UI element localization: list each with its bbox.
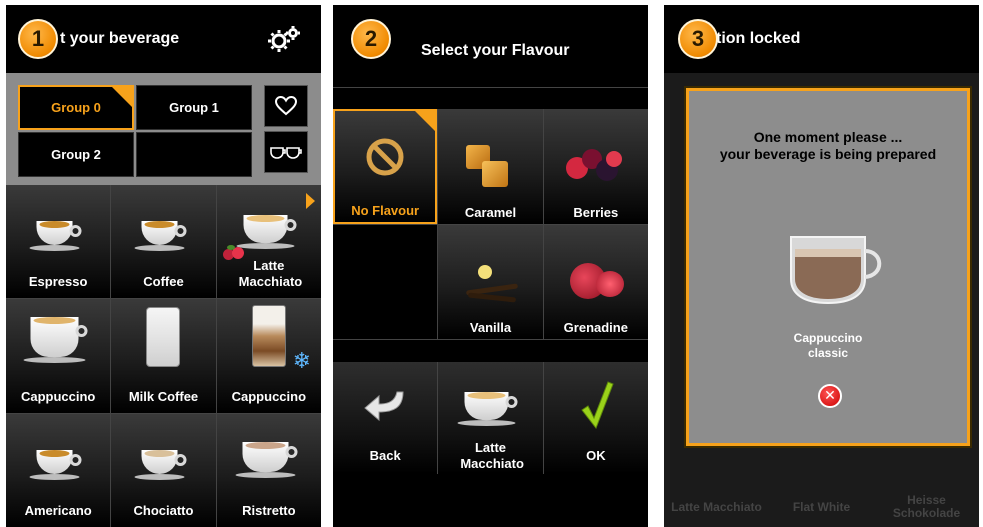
flavour-grid: No Flavour Caramel Berries Vanilla Grena… xyxy=(333,109,648,339)
flavour-no-flavour[interactable]: No Flavour xyxy=(333,109,438,224)
cappuccino-cup-icon xyxy=(23,317,88,364)
back-button[interactable]: Back xyxy=(333,362,438,474)
selected-corner-marker xyxy=(415,111,436,131)
berries-icon xyxy=(565,149,626,181)
panel2-title: Select your Flavour xyxy=(421,42,570,59)
preparing-dialog: One moment please ... your beverage is b… xyxy=(686,88,970,446)
layered-glass-icon xyxy=(251,305,286,368)
americano-cup-icon xyxy=(29,449,82,480)
group-selector: Group 0 Group 1 Group 2 xyxy=(6,73,321,185)
selected-beverage-label: Latte Macchiato xyxy=(460,440,524,471)
flavour-label: Grenadine xyxy=(563,320,628,335)
beverage-label: Chociatto xyxy=(133,503,194,518)
beverage-line-2: classic xyxy=(807,346,849,360)
beverage-chociatto[interactable]: Chociatto xyxy=(111,413,216,527)
latte-cup-icon xyxy=(457,392,518,426)
beverage-ristretto[interactable]: Ristretto xyxy=(216,413,321,527)
flavour-grenadine[interactable]: Grenadine xyxy=(543,224,648,339)
group-empty-slot xyxy=(136,132,252,177)
beverage-line-1: Cappuccino xyxy=(793,331,863,345)
group-1-button[interactable]: Group 1 xyxy=(136,85,252,130)
beverage-label: Espresso xyxy=(28,274,88,290)
step-badge-3: 3 xyxy=(678,19,718,59)
checkmark-icon xyxy=(580,381,614,430)
beverage-label: Ristretto xyxy=(242,503,296,518)
cups-size-button[interactable] xyxy=(264,131,308,173)
pomegranate-icon xyxy=(569,259,626,299)
preparation-locked-panel: 3 tion locked Latte Macchiato Flat White… xyxy=(664,5,979,527)
cappuccino-glass-icon xyxy=(790,236,882,305)
panel3-header: 3 tion locked xyxy=(664,5,979,73)
flavour-caramel[interactable]: Caramel xyxy=(438,109,543,224)
chociatto-cup-icon xyxy=(134,449,187,480)
dimmed-beverage-labels: Latte Macchiato Flat White Heisse Schoko… xyxy=(664,487,979,527)
beverage-americano[interactable]: Americano xyxy=(6,413,111,527)
group-label: Group 2 xyxy=(51,147,101,162)
preparing-message: One moment please ... your beverage is b… xyxy=(689,129,967,163)
ristretto-cup-icon xyxy=(235,441,298,478)
beverage-label: Americano xyxy=(24,503,92,518)
message-line-2: your beverage is being prepared xyxy=(719,146,937,162)
flavour-label: Vanilla xyxy=(469,320,512,335)
beverage-espresso[interactable]: Espresso xyxy=(6,185,111,299)
back-label: Back xyxy=(369,448,401,463)
beverage-label: Cappuccino xyxy=(231,388,307,404)
group-label: Group 0 xyxy=(51,100,101,115)
milk-glass-icon xyxy=(146,307,181,368)
caramel-icon xyxy=(482,161,509,187)
heart-icon xyxy=(275,96,297,116)
beverage-cappuccino-iced[interactable]: ❄ Cappuccino xyxy=(216,299,321,413)
more-arrow-icon[interactable] xyxy=(306,193,315,209)
beverage-cappuccino[interactable]: Cappuccino xyxy=(6,299,111,413)
beverage-label: Coffee xyxy=(143,274,184,290)
dimmed-label: Latte Macchiato xyxy=(671,499,762,514)
beverage-latte-macchiato[interactable]: Latte Macchiato xyxy=(216,185,321,299)
panel3-title: tion locked xyxy=(716,30,801,47)
ok-label: OK xyxy=(586,448,606,463)
flavour-label: Berries xyxy=(573,204,619,220)
preparing-beverage-name: Cappuccino classic xyxy=(689,331,967,361)
flavour-vanilla[interactable]: Vanilla xyxy=(438,224,543,339)
back-arrow-icon xyxy=(364,391,404,422)
favorites-button[interactable] xyxy=(264,85,308,127)
latte-cup-icon xyxy=(236,215,297,249)
dimmed-label: Flat White xyxy=(792,499,851,514)
snowflake-icon: ❄ xyxy=(292,349,311,375)
no-flavour-icon xyxy=(366,138,404,176)
beverage-label: Milk Coffee xyxy=(128,388,199,404)
beverage-coffee[interactable]: Coffee xyxy=(111,185,216,299)
flavour-label: Caramel xyxy=(464,204,517,220)
beverage-label: Latte Macchiato xyxy=(238,258,303,290)
flavour-selection-panel: 2 Select your Flavour No Flavour Caramel xyxy=(333,5,648,527)
beverage-grid: Espresso Coffee Latte Macchiato Cappucci… xyxy=(6,185,321,527)
panel1-header: 1 t your beverage xyxy=(6,5,321,73)
separator-band xyxy=(333,339,648,362)
beverage-selection-panel: 1 t your beverage Group 0 Group 1 Group … xyxy=(6,5,321,527)
separator-band xyxy=(333,87,648,109)
flavour-berries[interactable]: Berries xyxy=(543,109,648,224)
cancel-icon[interactable]: ✕ xyxy=(818,384,842,408)
selected-corner-marker xyxy=(112,87,132,107)
selected-beverage-tile: Latte Macchiato xyxy=(438,362,543,474)
dimmed-label: Heisse Schokolade xyxy=(892,493,961,520)
panel1-title: t your beverage xyxy=(60,30,180,47)
ok-button[interactable]: OK xyxy=(543,362,648,474)
group-0-button[interactable]: Group 0 xyxy=(18,85,134,130)
panel2-header: 2 Select your Flavour xyxy=(333,5,648,73)
step-badge-1: 1 xyxy=(18,19,58,59)
flavour-empty-slot xyxy=(333,224,438,339)
coffee-cup-icon xyxy=(134,221,187,251)
gears-icon[interactable] xyxy=(267,25,301,53)
beverage-milk-coffee[interactable]: Milk Coffee xyxy=(111,299,216,413)
group-label: Group 1 xyxy=(169,100,219,115)
group-2-button[interactable]: Group 2 xyxy=(18,132,134,177)
espresso-cup-icon xyxy=(29,221,82,251)
flavour-label: No Flavour xyxy=(351,202,420,218)
step-badge-2: 2 xyxy=(351,19,391,59)
beverage-label: Cappuccino xyxy=(20,388,96,404)
message-line-1: One moment please ... xyxy=(753,129,903,145)
action-bar: Back Latte Macchiato OK xyxy=(333,362,648,474)
vanilla-icon xyxy=(466,264,519,305)
cups-icon xyxy=(270,147,302,159)
